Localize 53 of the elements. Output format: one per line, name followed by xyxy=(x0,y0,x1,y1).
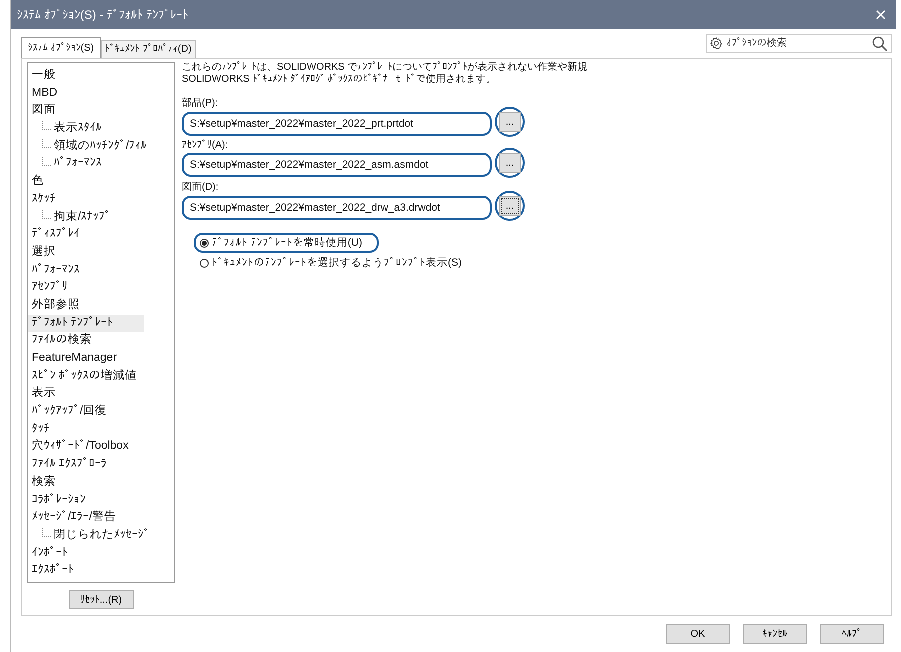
tree-item[interactable]: 色 xyxy=(28,173,174,191)
close-icon[interactable] xyxy=(876,10,886,20)
tree-item[interactable]: ｽｹｯﾁ xyxy=(28,190,174,208)
tree-item[interactable]: 表示ｽﾀｲﾙ xyxy=(28,120,174,138)
window-title: ｼｽﾃﾑ ｵﾌﾟｼｮﾝ(S) - ﾃﾞﾌｫﾙﾄ ﾃﾝﾌﾟﾚｰﾄ xyxy=(17,8,188,22)
radio-option[interactable]: ﾃﾞﾌｫﾙﾄ ﾃﾝﾌﾟﾚｰﾄを常時使用(U) xyxy=(194,233,378,253)
path-field[interactable]: S:¥setup¥master_2022¥master_2022_asm.asmdot xyxy=(182,153,492,177)
tree-item[interactable]: 検索 xyxy=(28,474,174,492)
tree-item[interactable]: 図面 xyxy=(28,102,174,120)
tree-item[interactable]: 外部参照 xyxy=(28,296,174,315)
browse-button[interactable]: ... xyxy=(499,112,521,132)
browse-button[interactable]: ... xyxy=(499,196,521,216)
tree-item[interactable]: 一般 xyxy=(28,67,174,85)
path-field[interactable]: S:¥setup¥master_2022¥master_2022_drw_a3.drwdot xyxy=(182,196,492,220)
radio-option[interactable]: ﾄﾞｷｭﾒﾝﾄのﾃﾝﾌﾟﾚｰﾄを選択するようﾌﾟﾛﾝﾌﾟﾄ表示(S) xyxy=(194,253,478,273)
dialog-button[interactable]: ｷｬﾝｾﾙ xyxy=(743,624,807,644)
tree-item[interactable]: ﾃﾞﾌｫﾙﾄ ﾃﾝﾌﾟﾚｰﾄ xyxy=(28,314,144,332)
settings-icon xyxy=(710,37,723,50)
tree-item[interactable]: FeatureManager xyxy=(28,350,174,368)
field-label: 図面(D): xyxy=(182,181,220,194)
tree-item[interactable]: ﾌｧｲﾙ ｴｸｽﾌﾟﾛｰﾗ xyxy=(28,456,174,474)
dialog-button[interactable]: ﾍﾙﾌﾟ xyxy=(820,624,884,644)
search-field[interactable]: ｵﾌﾟｼｮﾝの検索 xyxy=(706,34,892,53)
tree-item[interactable]: ｴｸｽﾎﾟｰﾄ xyxy=(28,562,174,580)
tree-item[interactable]: 閉じられたﾒｯｾｰｼﾞ xyxy=(28,526,174,545)
tree-item[interactable]: 拘束/ｽﾅｯﾌﾟ xyxy=(28,208,174,226)
tree-item[interactable]: ﾒｯｾｰｼﾞ/ｴﾗｰ/警告 xyxy=(28,509,174,527)
path-field[interactable]: S:¥setup¥master_2022¥master_2022_prt.prtdot xyxy=(182,112,492,136)
dialog-button[interactable]: OK xyxy=(666,624,730,644)
field-label: ｱｾﾝﾌﾞﾘ(A): xyxy=(182,139,230,151)
tree-item[interactable]: 穴ｳｨｻﾞｰﾄﾞ/Toolbox xyxy=(28,438,174,456)
search-icon[interactable] xyxy=(872,36,888,52)
tree-item[interactable]: ﾀｯﾁ xyxy=(28,420,174,438)
tab[interactable]: ｼｽﾃﾑ ｵﾌﾟｼｮﾝ(S) xyxy=(21,37,102,58)
tree-item[interactable]: ﾃﾞｨｽﾌﾟﾚｲ xyxy=(28,226,174,244)
tree-item[interactable]: ﾊﾟﾌｫｰﾏﾝｽ xyxy=(28,262,174,280)
tree-item[interactable]: 選択 xyxy=(28,244,174,262)
tree-item[interactable]: 領域のﾊｯﾁﾝｸﾞ/ﾌｨﾙ xyxy=(28,138,174,156)
tree-item[interactable]: MBD xyxy=(28,84,174,102)
tree-item[interactable]: ｲﾝﾎﾟｰﾄ xyxy=(28,544,174,562)
field-label: 部品(P): xyxy=(182,96,220,110)
tree-item[interactable]: ﾊﾟﾌｫｰﾏﾝｽ xyxy=(28,155,174,174)
tree-item[interactable]: 表示 xyxy=(28,385,174,404)
tree-item[interactable]: ｺﾗﾎﾞﾚｰｼｮﾝ xyxy=(28,492,174,510)
tree-item[interactable]: ｱｾﾝﾌﾞﾘ xyxy=(28,279,174,297)
tree-item[interactable]: ｽﾋﾟﾝ ﾎﾞｯｸｽの増減値 xyxy=(28,368,174,386)
tab[interactable]: ﾄﾞｷｭﾒﾝﾄ ﾌﾟﾛﾊﾟﾃｨ(D) xyxy=(101,40,196,58)
tree-item[interactable]: ﾊﾞｯｸｱｯﾌﾟ/回復 xyxy=(28,403,174,421)
browse-button[interactable]: ... xyxy=(499,153,521,173)
description-text: これらのﾃﾝﾌﾟﾚｰﾄは、SOLIDWORKS でﾃﾝﾌﾟﾚｰﾄについてﾌﾟﾛﾝﾌﾟﾄが表示されない作業や新規 xyxy=(182,62,589,74)
tree-item[interactable]: ﾌｧｲﾙの検索 xyxy=(28,332,174,350)
reset-button[interactable]: ﾘｾｯﾄ...(R) xyxy=(68,590,134,609)
description-text: SOLIDWORKS ﾄﾞｷｭﾒﾝﾄ ﾀﾞｲｱﾛｸﾞ ﾎﾞｯｸｽのﾋﾞｷﾞﾅｰ ﾓｰﾄﾞで使用されます。 xyxy=(182,74,497,86)
